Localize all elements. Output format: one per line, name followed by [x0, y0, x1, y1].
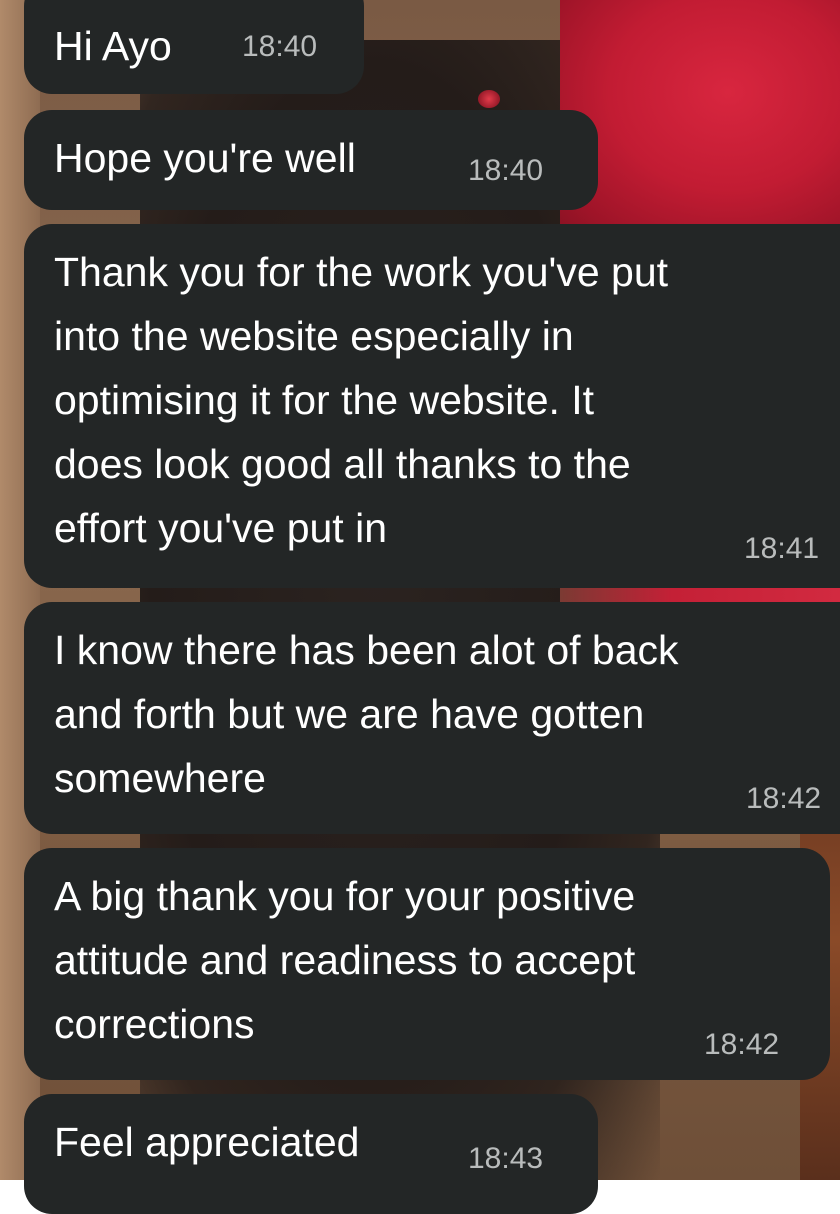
- message-text: A big thank you for your positive attitu…: [54, 873, 636, 1047]
- message-text: Hi Ayo: [54, 23, 172, 69]
- message-timestamp: 18:42: [746, 782, 822, 815]
- message-text: I know there has been alot of back and f…: [54, 627, 679, 801]
- message-text: Hope you're well: [54, 135, 356, 181]
- message-timestamp: 18:42: [704, 1028, 780, 1061]
- message-timestamp: 18:40: [468, 154, 544, 187]
- message-bubble-incoming[interactable]: Hope you're well 18:40: [24, 110, 598, 210]
- message-bubble-incoming[interactable]: I know there has been alot of back and f…: [24, 602, 840, 834]
- message-bubble-incoming[interactable]: Thank you for the work you've put into t…: [24, 224, 840, 588]
- message-timestamp: 18:40: [242, 30, 318, 63]
- message-text: Feel appreciated: [54, 1119, 360, 1165]
- message-timestamp: 18:43: [468, 1142, 544, 1175]
- message-bubble-incoming[interactable]: Feel appreciated 18:43: [24, 1094, 598, 1214]
- wallpaper-red-dot: [478, 90, 500, 108]
- message-timestamp: 18:41: [744, 532, 820, 565]
- wallpaper-red-clothing-top: [560, 0, 840, 230]
- message-bubble-incoming[interactable]: A big thank you for your positive attitu…: [24, 848, 830, 1080]
- message-bubble-incoming[interactable]: Hi Ayo 18:40: [24, 0, 364, 94]
- message-text: Thank you for the work you've put into t…: [54, 249, 669, 551]
